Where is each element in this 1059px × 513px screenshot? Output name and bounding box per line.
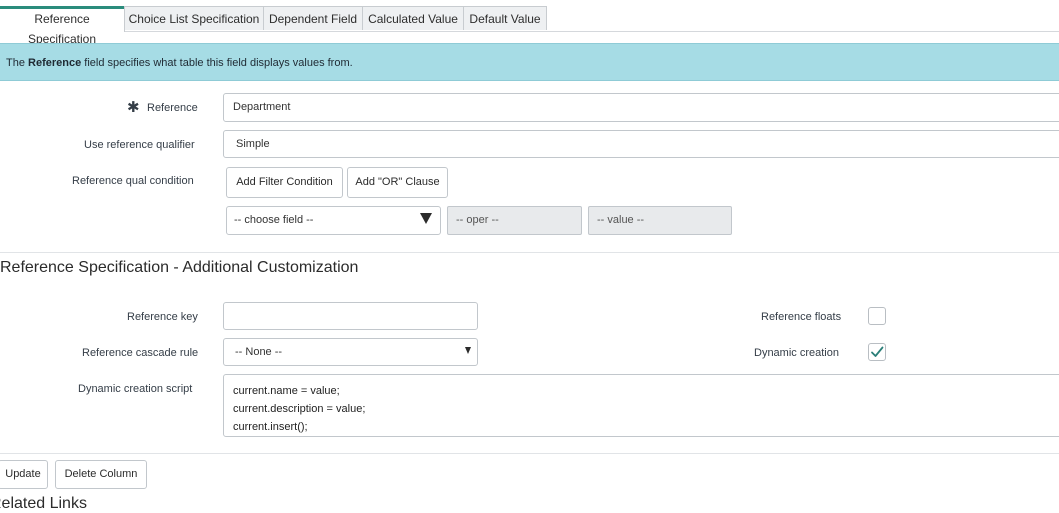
oper-select[interactable]: -- oper -- — [447, 206, 582, 235]
dynamic-creation-checkbox[interactable] — [868, 343, 886, 361]
reference-key-label: Reference key — [127, 311, 198, 323]
tab-choice-list-specification[interactable]: Choice List Specification — [124, 6, 264, 30]
required-icon: ✱ — [127, 99, 140, 116]
divider — [0, 252, 1059, 253]
delete-column-button[interactable]: Delete Column — [55, 460, 147, 489]
update-button[interactable]: Update — [0, 460, 48, 489]
reference-floats-label: Reference floats — [761, 311, 842, 323]
related-links-heading: Related Links — [0, 495, 87, 512]
qualifier-select[interactable]: Simple — [223, 130, 1059, 158]
dynamic-creation-label: Dynamic creation — [754, 347, 839, 359]
dynamic-script-label: Dynamic creation script — [78, 383, 193, 395]
add-filter-condition-button[interactable]: Add Filter Condition — [226, 167, 343, 198]
section-title: Reference Specification - Additional Cus… — [0, 259, 359, 276]
reference-input[interactable]: Department — [223, 93, 1059, 122]
reference-floats-checkbox[interactable] — [868, 307, 886, 325]
choose-field-select[interactable]: -- choose field -- — [226, 206, 441, 235]
dynamic-script-textarea[interactable]: current.name = value; current.descriptio… — [223, 374, 1059, 437]
tab-dependent-field[interactable]: Dependent Field — [263, 6, 363, 30]
cascade-rule-label: Reference cascade rule — [82, 347, 199, 359]
script-line: current.name = value; — [233, 385, 340, 397]
tab-reference-specification[interactable]: Reference Specification — [0, 6, 125, 46]
info-prefix: The — [6, 57, 29, 69]
info-suffix: field specifies what table this field di… — [81, 57, 353, 69]
qualifier-label: Use reference qualifier — [84, 139, 195, 151]
value-input[interactable]: -- value -- — [588, 206, 732, 235]
qual-condition-label: Reference qual condition — [72, 175, 194, 187]
choose-field-value: -- choose field -- — [234, 214, 314, 226]
info-bold: Reference — [28, 57, 82, 69]
tab-default-value[interactable]: Default Value — [463, 6, 547, 30]
script-line: current.insert(); — [233, 421, 308, 433]
tab-calculated-value[interactable]: Calculated Value — [362, 6, 464, 30]
script-line: current.description = value; — [233, 403, 366, 415]
chevron-down-icon — [465, 347, 471, 354]
tab-bar: Reference Specification Choice List Spec… — [0, 0, 1059, 46]
divider — [0, 453, 1059, 454]
reference-key-input[interactable] — [223, 302, 478, 330]
cascade-rule-select[interactable]: -- None -- — [223, 338, 478, 366]
cascade-rule-value: -- None -- — [235, 346, 283, 358]
add-or-clause-button[interactable]: Add "OR" Clause — [347, 167, 448, 198]
checkmark-icon — [871, 346, 884, 357]
chevron-down-icon — [420, 213, 432, 224]
info-message: The Reference field specifies what table… — [0, 43, 1059, 81]
reference-label: Reference — [147, 102, 198, 114]
